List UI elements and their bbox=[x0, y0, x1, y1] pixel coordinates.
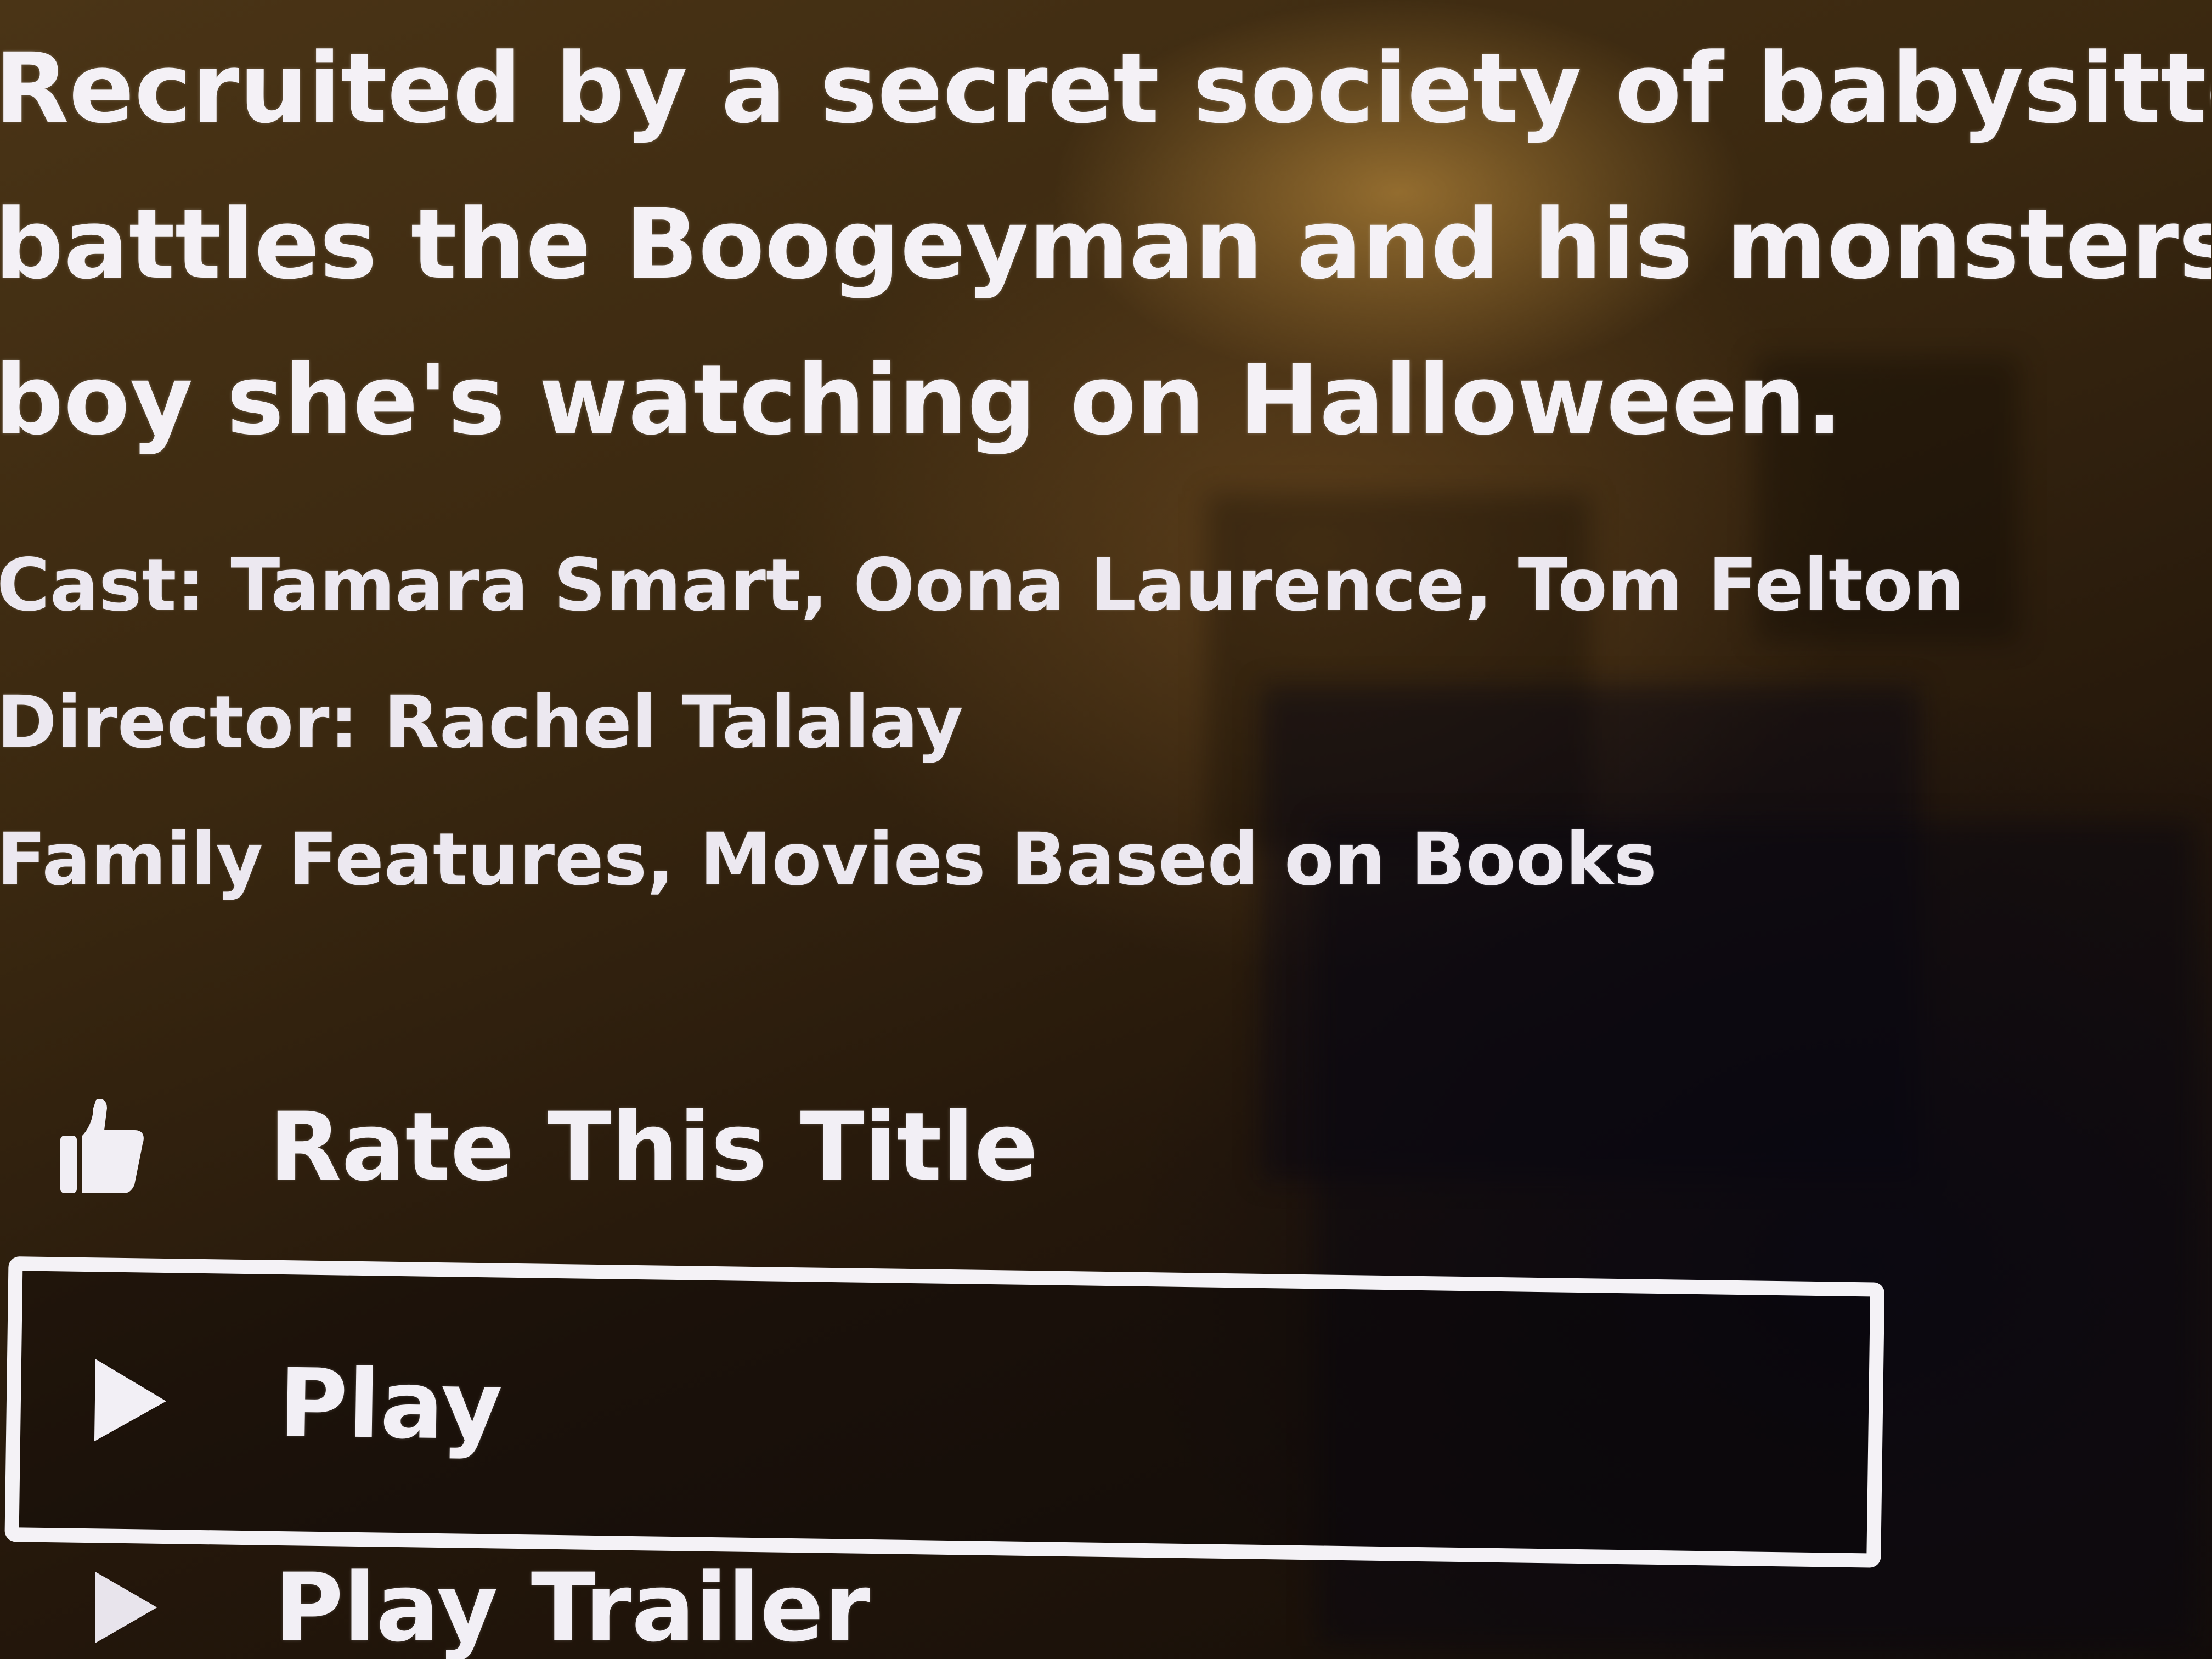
genre-list: Family Features, Movies Based on Books bbox=[0, 817, 1657, 902]
director-credit: Director: Rachel Talalay bbox=[0, 680, 963, 765]
play-triangle-icon bbox=[75, 1345, 187, 1457]
rate-title-button[interactable]: Rate This Title bbox=[49, 1075, 1038, 1218]
synopsis-text: Recruited by a secret society of babysit… bbox=[0, 11, 2211, 478]
synopsis-line: battles the Boogeyman and his monsters w… bbox=[0, 188, 2211, 301]
play-button[interactable]: Play bbox=[4, 1256, 1885, 1568]
rate-title-label: Rate This Title bbox=[269, 1091, 1039, 1202]
synopsis-line: boy she's watching on Halloween. bbox=[0, 344, 1843, 456]
synopsis-line: Recruited by a secret society of babysit… bbox=[0, 32, 2211, 145]
cast-list: Cast: Tamara Smart, Oona Laurence, Tom F… bbox=[0, 543, 1965, 628]
play-trailer-label: Play Trailer bbox=[274, 1552, 871, 1659]
title-detail-panel: Recruited by a secret society of babysit… bbox=[0, 0, 2212, 1659]
play-triangle-icon bbox=[71, 1553, 181, 1659]
play-trailer-button[interactable]: Play Trailer bbox=[71, 1525, 871, 1659]
play-label: Play bbox=[278, 1347, 504, 1462]
thumbs-up-icon bbox=[49, 1092, 159, 1201]
